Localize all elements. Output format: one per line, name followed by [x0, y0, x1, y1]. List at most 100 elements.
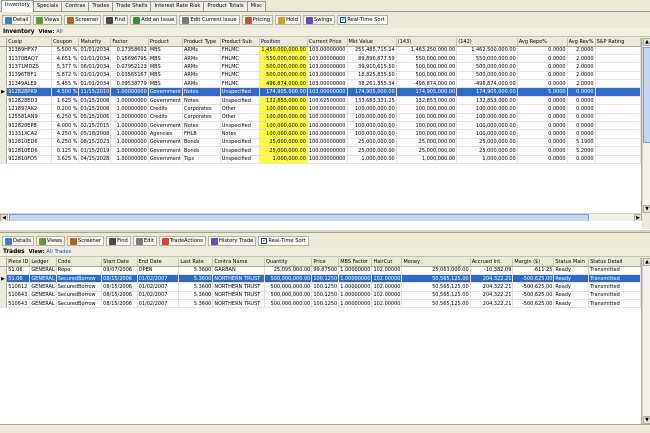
table-row[interactable]: 121897AK2 0.200 % 03/15/2008 1.00000000 Cred…	[0, 104, 641, 114]
trades-vertical-scrollbar[interactable]: ▲ ▼	[642, 258, 650, 424]
real-time-sort-checkbox[interactable]: ✔ Real-Time Sort	[258, 236, 309, 246]
tab-interest-rate-risk[interactable]: Interest Rate Risk	[150, 1, 205, 11]
tab-misc[interactable]: Misc	[246, 1, 267, 11]
table-row[interactable]: 912828ED3 1.625 % 03/15/2008 1.00000000 Gove…	[0, 96, 641, 106]
edit-button[interactable]: Edit	[132, 236, 157, 246]
scroll-down-arrow-icon[interactable]: ▼	[643, 205, 650, 213]
column-header-current-price[interactable]: Current Price	[307, 38, 348, 47]
views-button[interactable]: Views	[33, 15, 63, 25]
inventory-horizontal-scrollbar[interactable]: ◀ ▶	[0, 213, 642, 222]
row-indicator[interactable]	[0, 155, 8, 164]
table-row[interactable]: 31331XCA2 4.250 % 05/18/2008 1.00000000 Agen…	[0, 129, 641, 139]
row-indicator[interactable]	[0, 121, 8, 131]
column-header-position[interactable]: Position	[259, 38, 308, 47]
column-header-mkt-value[interactable]: Mkt Value	[347, 38, 397, 47]
row-indicator[interactable]	[0, 79, 8, 89]
row-indicator[interactable]	[0, 299, 8, 309]
table-row[interactable]: 912810ED6 0.125 % 01/15/2019 1.00000000 Gove…	[0, 146, 641, 156]
column-header-143[interactable]: (143)	[396, 38, 458, 47]
row-indicator[interactable]	[0, 54, 8, 64]
table-row[interactable]: 31396TBF1 5.872 % 01/01/2034 0.03565167 MBS A…	[0, 71, 641, 81]
row-indicator[interactable]	[0, 146, 8, 156]
column-header-money[interactable]: Money	[401, 258, 471, 267]
screener-button[interactable]: Screener	[67, 236, 105, 246]
detail-button[interactable]: Detail	[2, 15, 32, 25]
details-button[interactable]: Details	[2, 236, 34, 246]
column-header-factor[interactable]: Factor	[110, 38, 149, 47]
column-header-status-main[interactable]: Status Main	[553, 258, 590, 267]
panel-splitter[interactable]	[0, 229, 650, 233]
table-row[interactable]: 125581AN9 6.250 % 05/15/2006 1.00000000 Cred…	[0, 113, 641, 123]
table-row[interactable]: 912810FD5 3.625 % 04/15/2028 1.00000000 Gove…	[0, 155, 641, 164]
tab-contras[interactable]: Contras	[61, 1, 90, 11]
table-row[interactable]: 510643 GENERAL SecuredBorrow 08/15/2006 01/0…	[0, 299, 641, 309]
table-row[interactable]: 31349ALE9 5.455 % 01/01/2034 0.09538779 MBS A…	[0, 79, 641, 89]
inventory-view-selector[interactable]: View: All	[39, 29, 63, 35]
swings-button[interactable]: Swings	[302, 15, 336, 25]
screener-button[interactable]: Screener	[64, 15, 102, 25]
row-indicator[interactable]: ▶	[0, 274, 8, 284]
history-trade-button[interactable]: History Trade	[208, 236, 257, 246]
trades-grid[interactable]: Piece ID Ledger Code Start Date End Date Last…	[0, 258, 642, 424]
tab-specials[interactable]: Specials	[32, 1, 63, 11]
column-header-maturity[interactable]: Maturity	[78, 38, 112, 47]
row-indicator[interactable]	[0, 46, 8, 55]
column-header-quantity[interactable]: Quantity	[264, 258, 313, 267]
table-row[interactable]: 51.06 GENERAL Repo 09/07/2006 OPEN 5.3600 GARB…	[0, 266, 641, 275]
tab-trades[interactable]: Trades	[88, 1, 114, 11]
row-indicator[interactable]	[0, 291, 8, 301]
table-row[interactable]: 510643 GENERAL SecuredBorrow 08/15/2006 01/0…	[0, 291, 641, 301]
column-header-ledger[interactable]: Ledger	[29, 258, 57, 267]
find-button[interactable]: Find	[103, 15, 129, 25]
row-indicator[interactable]	[0, 266, 8, 275]
column-header-status-detail[interactable]: Status Detail	[588, 258, 641, 267]
pricing-button[interactable]: Pricing	[241, 15, 274, 25]
row-indicator[interactable]	[0, 113, 8, 123]
row-indicator[interactable]	[0, 96, 8, 106]
tab-inventory[interactable]: Inventory	[1, 0, 34, 12]
column-header-avg-repo[interactable]: Avg Repo%	[517, 38, 568, 47]
row-indicator[interactable]	[0, 138, 8, 148]
inventory-scroll-thumb[interactable]	[643, 47, 650, 143]
row-indicator[interactable]	[0, 282, 8, 292]
column-header-product[interactable]: Product	[148, 38, 184, 47]
row-indicator[interactable]	[0, 129, 8, 139]
real-time-sort-checkbox[interactable]: ✔ Real-Time Sort	[337, 15, 388, 25]
inventory-vertical-scrollbar[interactable]: ▲ ▼	[642, 38, 650, 213]
table-row[interactable]: 31370BAQ7 4.651 % 01/01/2034 0.15696795 MBS A…	[0, 54, 641, 64]
column-header-avg-rev[interactable]: Avg Rev%	[567, 38, 596, 47]
scroll-down-arrow-icon[interactable]: ▼	[643, 416, 650, 424]
row-indicator[interactable]	[0, 71, 8, 81]
table-row[interactable]: 912810ED6 6.250 % 08/15/2023 1.00000000 Gove…	[0, 138, 641, 148]
column-header-margin[interactable]: Margin ($)	[512, 258, 555, 267]
column-header-piece-id[interactable]: Piece ID	[6, 258, 31, 267]
tab-product-totals[interactable]: Product Totals	[203, 1, 248, 11]
tradeactions-button[interactable]: TradeActions	[158, 236, 207, 246]
edit-current-issue-button[interactable]: Edit Current Issue	[179, 15, 240, 25]
column-header-142[interactable]: (142)	[456, 38, 518, 47]
column-header-product-type[interactable]: Product Type	[182, 38, 221, 47]
table-row[interactable]: 31371MDZ5 5.377 % 06/01/2034 0.07952123 MBS A…	[0, 62, 641, 72]
column-header-start-date[interactable]: Start Date	[101, 258, 138, 267]
table-row[interactable]: 510612 GENERAL SecuredBorrow 08/15/2006 01/0…	[0, 282, 641, 292]
table-row[interactable]: ▶ 51.06 GENERAL SecuredBorrow 08/15/2006 01/0…	[0, 274, 641, 284]
inventory-grid[interactable]: Cusip Coupon Maturity Factor Product Product …	[0, 38, 642, 213]
column-header-price[interactable]: Price	[311, 258, 340, 267]
column-header-mbs-factor[interactable]: MBS Factor	[338, 258, 373, 267]
column-header-cusip[interactable]: Cusip	[6, 38, 52, 47]
views-button[interactable]: Views	[35, 236, 65, 246]
row-indicator[interactable]: ▶	[0, 87, 8, 97]
column-header-haircut[interactable]: HairCut	[371, 258, 403, 267]
column-header-accrued-int[interactable]: Accrued Int.	[470, 258, 514, 267]
column-header-s-p-rating[interactable]: S&P Rating	[595, 38, 641, 47]
row-indicator[interactable]	[0, 104, 8, 114]
add-an-issue-button[interactable]: Add an Issue	[130, 15, 178, 25]
column-header-product-sub[interactable]: Product Sub	[220, 38, 260, 47]
column-header-code[interactable]: Code	[56, 258, 103, 267]
scroll-up-arrow-icon[interactable]: ▲	[643, 258, 650, 266]
row-indicator[interactable]	[0, 62, 8, 72]
table-row[interactable]: 912828EP8 4.000 % 02/15/2015 1.00000000 Gove…	[0, 121, 641, 131]
hold-button[interactable]: Hold	[275, 15, 301, 25]
column-header-coupon[interactable]: Coupon	[51, 38, 80, 47]
column-header-last-rate[interactable]: Last Rate	[178, 258, 214, 267]
